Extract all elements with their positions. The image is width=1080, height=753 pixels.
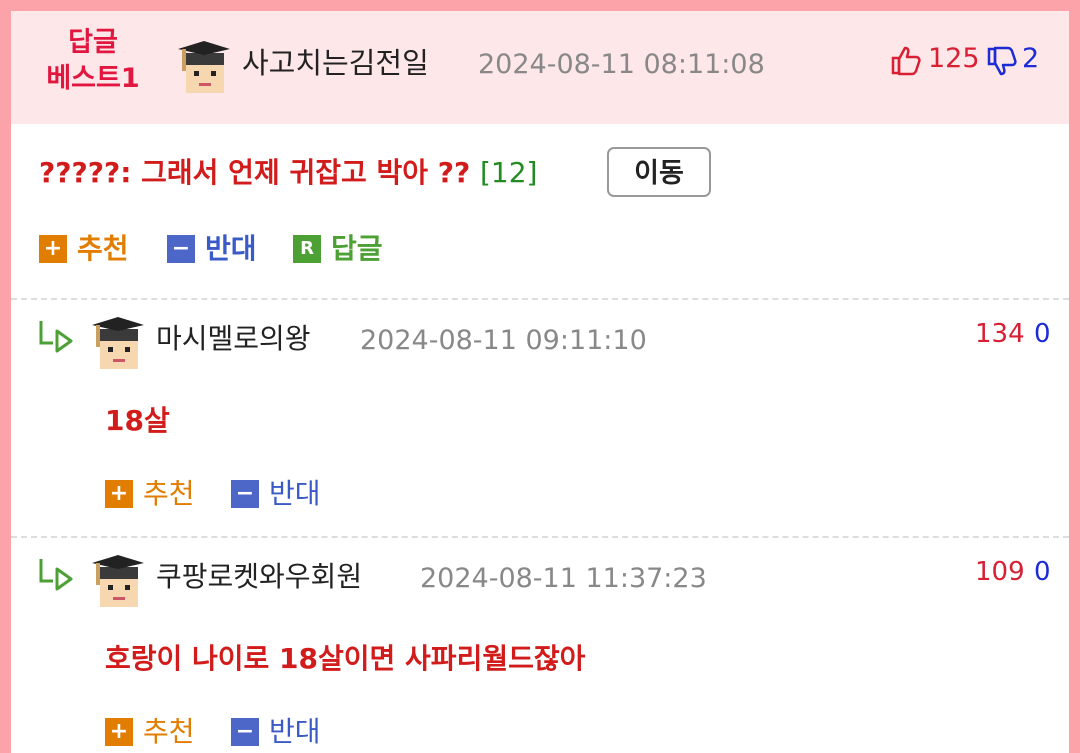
best-downvote-count: 2 [1022, 43, 1040, 74]
reply-date: 2024-08-11 09:11:10 [360, 325, 647, 356]
oppose-label: 반대 [269, 715, 321, 748]
recommend-button[interactable]: + 추천 [39, 231, 129, 267]
best-label-line1: 답글 [68, 27, 118, 58]
graduate-avatar-icon[interactable] [90, 553, 146, 609]
thumbs-up-icon[interactable] [890, 44, 922, 76]
reply-downvote-count: 0 [1034, 319, 1051, 349]
reply-label: 답글 [331, 232, 383, 265]
oppose-label: 반대 [205, 232, 257, 265]
best-upvote-count: 125 [928, 43, 980, 74]
divider [11, 536, 1069, 538]
reply-body: 호랑이 나이로 18살이면 사파리월드잖아 [105, 642, 586, 675]
divider [11, 298, 1069, 300]
comment-count: [12] [479, 156, 538, 189]
best-label-line2: 베스트1 [46, 63, 140, 94]
reply-arrow-icon [39, 559, 73, 591]
move-button[interactable]: 이동 [607, 147, 711, 197]
plus-icon: + [39, 235, 67, 263]
best-author[interactable]: 사고치는김전일 [242, 45, 429, 81]
recommend-label: 추천 [143, 715, 195, 748]
reply-button[interactable]: R 답글 [293, 231, 383, 267]
minus-icon: − [231, 718, 259, 746]
reply-upvote-count: 109 [975, 557, 1025, 587]
reply-author[interactable]: 마시멜로의왕 [156, 321, 311, 357]
recommend-button[interactable]: + 추천 [105, 714, 195, 750]
plus-icon: + [105, 718, 133, 746]
oppose-label: 반대 [269, 477, 321, 510]
best-date: 2024-08-11 08:11:08 [478, 49, 765, 80]
recommend-label: 추천 [143, 477, 195, 510]
oppose-button[interactable]: − 반대 [231, 714, 321, 750]
reply-upvote-count: 134 [975, 319, 1025, 349]
best-reply-badge: 답글 베스트1 [33, 25, 153, 97]
reply-downvote-count: 0 [1034, 557, 1051, 587]
reply-author[interactable]: 쿠팡로켓와우회원 [156, 559, 362, 595]
post-title[interactable]: ?????: 그래서 언제 귀잡고 박아 ?? [12] [39, 153, 537, 193]
best-reply-header: 답글 베스트1 사고치는김전일 2024-08-11 08:11:08 125 … [11, 11, 1069, 124]
minus-icon: − [167, 235, 195, 263]
recommend-button[interactable]: + 추천 [105, 476, 195, 512]
reply-arrow-icon [39, 321, 73, 353]
graduate-avatar-icon[interactable] [90, 315, 146, 371]
graduate-avatar-icon[interactable] [176, 39, 232, 95]
thumbs-down-icon[interactable] [986, 46, 1018, 78]
recommend-label: 추천 [77, 232, 129, 265]
comment-card: 답글 베스트1 사고치는김전일 2024-08-11 08:11:08 125 … [11, 11, 1069, 753]
minus-icon: − [231, 480, 259, 508]
plus-icon: + [105, 480, 133, 508]
oppose-button[interactable]: − 반대 [167, 231, 257, 267]
reply-body: 18살 [105, 404, 170, 437]
reply-date: 2024-08-11 11:37:23 [420, 563, 707, 594]
reply-r-icon: R [293, 235, 321, 263]
oppose-button[interactable]: − 반대 [231, 476, 321, 512]
post-title-text[interactable]: ?????: 그래서 언제 귀잡고 박아 ?? [39, 156, 470, 189]
